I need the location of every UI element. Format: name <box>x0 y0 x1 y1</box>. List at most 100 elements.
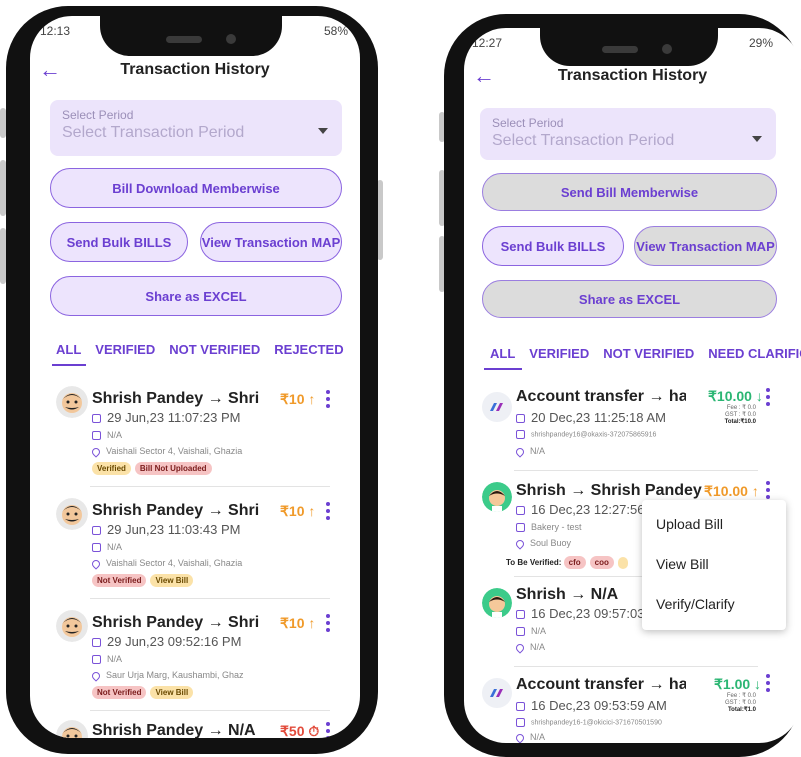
location-pin-icon <box>90 445 102 458</box>
bank-logo-icon <box>482 392 512 422</box>
transaction-location: Vaishali Sector 4, Vaishali, Ghazia <box>90 445 242 458</box>
transaction-location: Soul Buoy <box>514 537 571 550</box>
avatar <box>482 588 512 618</box>
bank-logo-icon <box>482 678 512 708</box>
status-badge: Bill Not Uploaded <box>134 462 212 475</box>
tab-rejected[interactable]: REJECTED <box>274 342 343 357</box>
note-icon <box>516 430 525 439</box>
avatar <box>56 498 88 530</box>
caret-down-icon <box>318 128 328 134</box>
app-header: ← Transaction History <box>30 50 360 90</box>
menu-item-view-bill[interactable]: View Bill <box>642 544 786 584</box>
divider <box>90 486 330 487</box>
amount: ₹10 ↑ <box>280 503 316 519</box>
status-badges: Verified Bill Not Uploaded <box>92 462 216 475</box>
kebab-menu-icon[interactable] <box>766 388 770 409</box>
status-badges: Not Verified View Bill <box>92 686 197 699</box>
back-arrow-icon[interactable]: ← <box>30 55 70 85</box>
period-select[interactable]: Select Period Select Transaction Period <box>480 108 776 160</box>
transaction-location: N/A <box>514 445 545 458</box>
kebab-menu-icon[interactable] <box>326 502 330 523</box>
kebab-menu-icon[interactable] <box>766 481 770 502</box>
tab-need-clarification[interactable]: NEED CLARIFICA <box>708 346 801 361</box>
location-pin-icon <box>90 669 102 682</box>
share-excel-button[interactable]: Share as EXCEL <box>50 276 342 316</box>
transaction-location: N/A <box>514 641 545 654</box>
left-notch <box>100 16 282 56</box>
bill-download-button[interactable]: Bill Download Memberwise <box>50 168 342 208</box>
view-transaction-map-button[interactable]: View Transaction MAP <box>634 226 777 266</box>
transaction-note: N/A <box>516 626 546 637</box>
transaction-date: 16 Dec,23 09:57:03 <box>516 606 644 621</box>
location-pin-icon <box>514 445 526 458</box>
status-badge: Not Verified <box>92 686 147 699</box>
verifier-badge: coo <box>589 556 614 569</box>
calendar-icon <box>516 702 525 712</box>
card-title: Shrish Pandey → Shri <box>92 390 260 407</box>
location-pin-icon <box>514 731 526 743</box>
kebab-menu-icon[interactable] <box>326 722 330 738</box>
calendar-icon <box>92 638 101 648</box>
status-time: 12:27 <box>472 36 503 50</box>
location-pin-icon <box>90 557 102 570</box>
period-placeholder: Select Transaction Period <box>492 132 675 149</box>
view-bill-badge[interactable]: View Bill <box>150 686 194 699</box>
transaction-location: N/A <box>514 731 545 743</box>
period-select[interactable]: Select Period Select Transaction Period <box>50 100 342 156</box>
to-be-verified-label: To Be Verified: <box>506 558 562 567</box>
active-tab-indicator <box>52 364 86 366</box>
active-tab-indicator <box>484 368 522 370</box>
transaction-date: 16 Dec,23 09:53:59 AM <box>516 698 667 713</box>
calendar-icon <box>516 414 525 424</box>
share-excel-button[interactable]: Share as EXCEL <box>482 280 777 318</box>
transaction-location: Vaishali Sector 4, Vaishali, Ghazia <box>90 557 242 570</box>
kebab-menu-icon[interactable] <box>326 614 330 635</box>
note-icon <box>516 718 525 727</box>
location-pin-icon <box>514 537 526 550</box>
calendar-icon <box>516 506 525 516</box>
send-bulk-bills-button[interactable]: Send Bulk BILLS <box>482 226 624 266</box>
period-label: Select Period <box>492 116 564 130</box>
page-title: Transaction History <box>557 67 708 84</box>
calendar-icon <box>92 414 101 424</box>
divider <box>514 470 758 471</box>
card-title: Shrish Pandey → Shri <box>92 614 260 631</box>
tab-verified[interactable]: VERIFIED <box>95 342 155 357</box>
right-notch <box>540 28 718 66</box>
note-icon <box>92 543 101 553</box>
view-bill-badge[interactable]: View Bill <box>150 574 194 587</box>
tab-all[interactable]: ALL <box>56 342 81 357</box>
caret-down-icon <box>752 136 762 142</box>
status-badge: Not Verified <box>92 574 147 587</box>
verifier-badge <box>617 556 628 569</box>
filter-tabs: ALL VERIFIED NOT VERIFIED REJECTED <box>56 342 358 357</box>
tab-not-verified[interactable]: NOT VERIFIED <box>169 342 260 357</box>
avatar <box>56 386 88 418</box>
card-title: Account transfer → haeyw <box>516 676 686 693</box>
transaction-note: shrishpandey16-1@okicici-371670501590 <box>516 718 662 727</box>
amount: ₹10 ↑ <box>280 391 316 407</box>
send-bill-memberwise-button[interactable]: Send Bill Memberwise <box>482 173 777 211</box>
back-arrow-icon[interactable]: ← <box>464 61 504 91</box>
amount: ₹50 ⏱ <box>280 723 320 738</box>
menu-item-verify-clarify[interactable]: Verify/Clarify <box>642 584 786 624</box>
kebab-menu-icon[interactable] <box>766 674 770 695</box>
note-icon <box>92 431 101 441</box>
divider <box>90 598 330 599</box>
fee-breakdown: Fee : ₹ 0.0 GST : ₹ 0.0 Total:₹10.0 <box>724 405 756 425</box>
transaction-note: Bakery - test <box>516 522 582 533</box>
tab-not-verified[interactable]: NOT VERIFIED <box>603 346 694 361</box>
tab-all[interactable]: ALL <box>490 346 515 361</box>
view-transaction-map-button[interactable]: View Transaction MAP <box>200 222 342 262</box>
send-bulk-bills-button[interactable]: Send Bulk BILLS <box>50 222 188 262</box>
menu-item-upload-bill[interactable]: Upload Bill <box>642 504 786 544</box>
transaction-date: 29 Jun,23 11:07:23 PM <box>92 410 240 425</box>
note-icon <box>516 523 525 533</box>
kebab-menu-icon[interactable] <box>326 390 330 411</box>
card-title: Account transfer → haeyw <box>516 388 686 405</box>
amount: ₹10 ↑ <box>280 615 316 631</box>
status-badges: Not Verified View Bill <box>92 574 197 587</box>
location-pin-icon <box>514 641 526 654</box>
amount: ₹10.00 ↓ <box>708 388 763 404</box>
tab-verified[interactable]: VERIFIED <box>529 346 589 361</box>
